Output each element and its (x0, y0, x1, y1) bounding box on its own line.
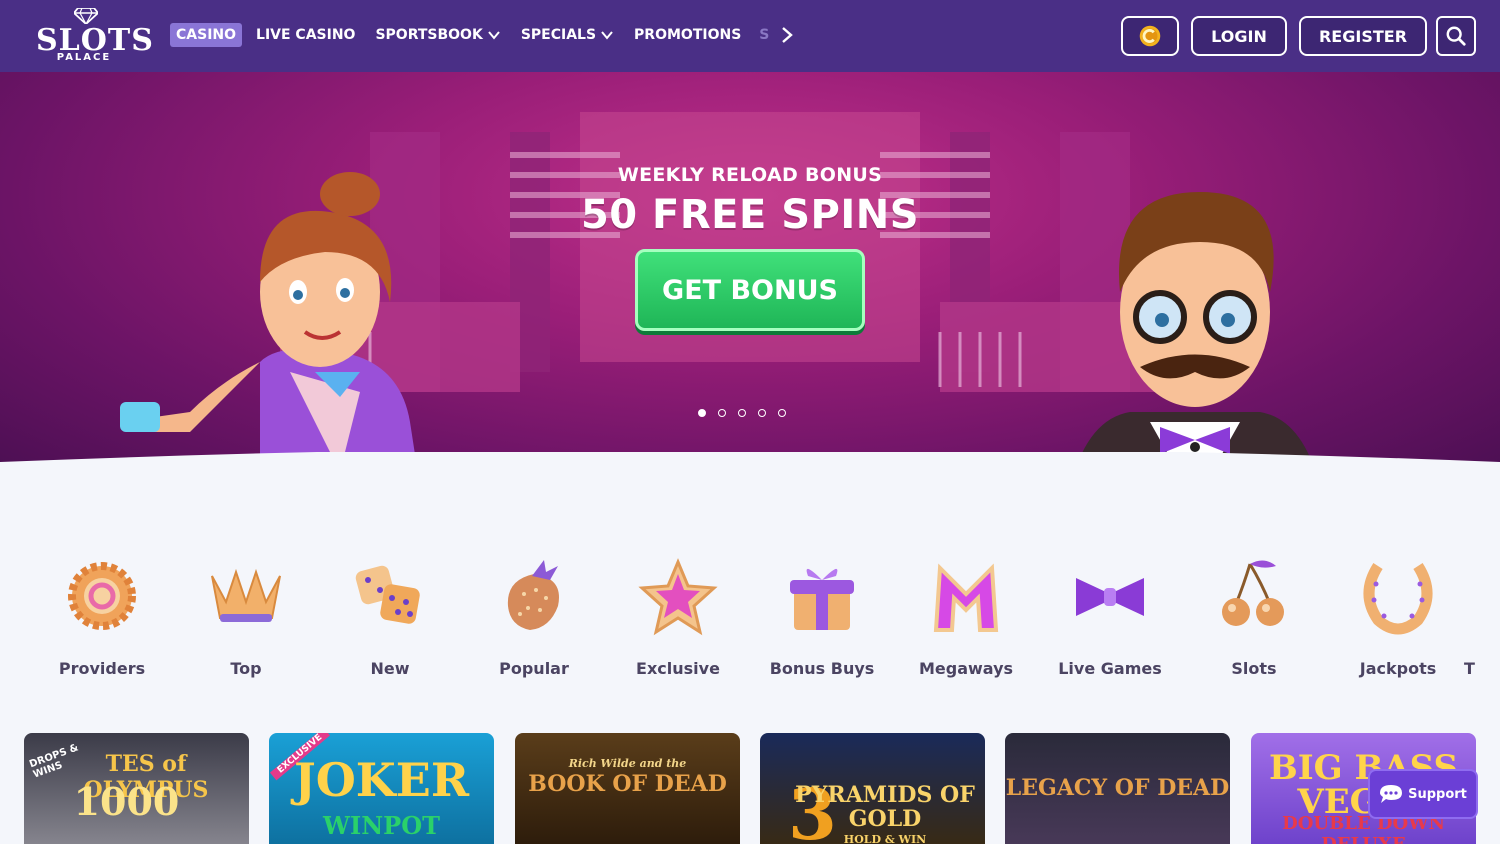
nav-live-casino-label: LIVE CASINO (256, 27, 356, 43)
category-exclusive[interactable]: Exclusive (606, 548, 750, 688)
carousel-dot-1[interactable] (698, 409, 706, 417)
category-megaways[interactable]: Megaways (894, 548, 1038, 688)
carousel-dot-4[interactable] (758, 409, 766, 417)
chat-bubble-icon (1380, 785, 1403, 803)
nav-casino-label: CASINO (176, 27, 237, 43)
carousel-dot-3[interactable] (738, 409, 746, 417)
strawberry-icon (507, 560, 559, 630)
main-nav: CASINO LIVE CASINO SPORTSBOOK SPECIALS P… (170, 22, 795, 48)
login-button[interactable]: LOGIN (1191, 16, 1287, 56)
category-label: Slots (1231, 659, 1277, 678)
nav-promotions[interactable]: PROMOTIONS (628, 23, 747, 47)
game-subtitle: Rich Wilde and the (568, 757, 687, 770)
games-row: DROPS & WINS TES of OLYMPUS 1000 EXCLUSI… (24, 733, 1500, 844)
nav-sportsbook-label: SPORTSBOOK (375, 27, 483, 43)
category-label: Jackpots (1359, 659, 1437, 678)
gear-icon (68, 562, 136, 630)
search-button[interactable] (1436, 16, 1476, 56)
register-button[interactable]: REGISTER (1299, 16, 1427, 56)
chevron-down-icon (601, 31, 613, 40)
nav-casino[interactable]: CASINO (170, 23, 243, 47)
hero-title: 50 FREE SPINS (580, 192, 920, 238)
category-top[interactable]: Top (174, 548, 318, 688)
carousel-dots (698, 409, 786, 417)
slots-palace-logo[interactable]: SLOTS PALACE (36, 8, 153, 66)
crown-icon (211, 568, 281, 622)
top-header: SLOTS PALACE CASINO LIVE CASINO SPORTSBO… (0, 0, 1500, 72)
game-card-legacy-of-dead[interactable]: LEGACY OF DEAD (1005, 733, 1230, 844)
nav-sportsbook[interactable]: SPORTSBOOK (369, 23, 506, 47)
chevron-right-icon[interactable] (779, 25, 795, 45)
gift-icon (790, 568, 854, 630)
category-truncated[interactable]: T (1464, 548, 1500, 688)
nav-specials-label: SPECIALS (520, 27, 597, 43)
coin-icon (1139, 25, 1161, 47)
category-popular[interactable]: Popular (462, 548, 606, 688)
chevron-down-icon (488, 31, 500, 40)
get-bonus-button[interactable]: GET BONUS (635, 249, 865, 331)
category-label: Exclusive (636, 659, 720, 678)
game-title: LEGACY OF DEAD (1005, 775, 1230, 801)
carousel-dot-2[interactable] (718, 409, 726, 417)
category-jackpots[interactable]: Jackpots (1326, 548, 1470, 688)
game-title: BOOK OF DEAD (528, 771, 727, 797)
currency-button[interactable] (1121, 16, 1179, 56)
nav-specials[interactable]: SPECIALS (515, 23, 620, 47)
logo-subtitle: PALACE (56, 52, 112, 63)
category-label: T (1464, 659, 1475, 678)
category-label: Live Games (1058, 659, 1162, 678)
category-new[interactable]: New (318, 548, 462, 688)
category-label: Top (230, 659, 262, 678)
game-card-joker-winpot[interactable]: EXCLUSIVE JOKER WINPOT (269, 733, 494, 844)
cherries-icon (1222, 560, 1284, 626)
casino-page: SLOTS PALACE CASINO LIVE CASINO SPORTSBO… (0, 0, 1500, 844)
game-title: PYRAMIDS OF GOLD (795, 782, 975, 832)
search-icon (1446, 26, 1466, 46)
game-subtitle: WINPOT (323, 811, 440, 840)
category-row: Providers Top New Popular Exclusive Bonu… (30, 548, 1500, 688)
game-card-gates-of-olympus[interactable]: DROPS & WINS TES of OLYMPUS 1000 (24, 733, 249, 844)
diamond-icon (74, 8, 98, 24)
star-icon (638, 558, 718, 636)
support-chat-button[interactable]: Support (1368, 769, 1478, 819)
hero-banner: WEEKLY RELOAD BONUS 50 FREE SPINS GET BO… (0, 72, 1500, 482)
dice-icon (355, 565, 420, 624)
category-label: Megaways (918, 659, 1014, 678)
nav-live-casino[interactable]: LIVE CASINO (250, 23, 361, 47)
category-slots[interactable]: Slots (1182, 548, 1326, 688)
category-label: Bonus Buys (769, 659, 875, 678)
horseshoe-icon (1363, 563, 1433, 635)
m-letter-icon (933, 563, 999, 632)
hero-bottom-curve (0, 452, 1500, 482)
game-badge: HOLD & WIN (843, 833, 927, 844)
hero-subtitle: WEEKLY RELOAD BONUS (617, 164, 883, 186)
category-label: Popular (499, 659, 569, 678)
game-subtitle: 1000 (73, 779, 180, 824)
category-providers[interactable]: Providers (30, 548, 174, 688)
category-live-games[interactable]: Live Games (1038, 548, 1182, 688)
game-card-pyramids-of-gold[interactable]: 3 PYRAMIDS OF GOLD HOLD & WIN (760, 733, 985, 844)
game-card-book-of-dead[interactable]: Rich Wilde and the BOOK OF DEAD (515, 733, 740, 844)
bowtie-icon (1076, 578, 1144, 616)
nav-overflow-text: S (759, 27, 770, 43)
nav-promotions-label: PROMOTIONS (634, 27, 742, 43)
category-label: New (370, 659, 410, 678)
game-title: JOKER (293, 753, 470, 807)
category-label: Providers (58, 659, 146, 678)
category-bonus-buys[interactable]: Bonus Buys (750, 548, 894, 688)
support-label: Support (1408, 786, 1467, 802)
carousel-dot-5[interactable] (778, 409, 786, 417)
